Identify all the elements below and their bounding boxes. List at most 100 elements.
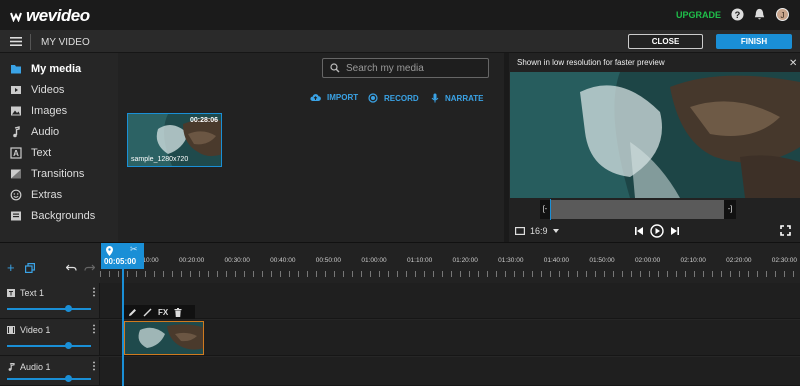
logo-text: wevideo: [26, 6, 90, 25]
media-duration: 00:28:06: [189, 117, 218, 124]
search-input[interactable]: Search my media: [322, 58, 489, 78]
split-icon[interactable]: [143, 308, 152, 317]
close-button[interactable]: CLOSE: [628, 34, 703, 49]
fullscreen-icon[interactable]: [780, 225, 791, 236]
more-vertical-icon[interactable]: ⋮: [89, 287, 99, 298]
ruler-tick-label: 01:50:00: [589, 257, 615, 264]
trim-out-handle[interactable]: -]: [724, 200, 736, 219]
project-title[interactable]: MY VIDEO: [41, 37, 90, 48]
clip-thumbnail: [125, 322, 203, 354]
sidebar-item-label: Backgrounds: [31, 210, 96, 222]
more-vertical-icon[interactable]: ⋮: [89, 361, 99, 372]
ruler-ticks: [100, 271, 800, 277]
track-lane-video[interactable]: [100, 320, 800, 356]
track-header-video[interactable]: Video 1 ⋮: [0, 320, 100, 356]
hamburger-menu-icon[interactable]: [10, 37, 22, 46]
close-icon[interactable]: ✕: [789, 58, 797, 69]
play-icon[interactable]: [650, 224, 664, 238]
ruler-tick-label: 01:10:00: [406, 257, 433, 264]
finish-button[interactable]: FINISH: [716, 34, 792, 49]
search-icon: [330, 63, 340, 73]
track-name: Audio 1: [20, 362, 51, 372]
scissors-icon[interactable]: ✂: [130, 244, 138, 255]
video-icon: [11, 86, 21, 94]
upgrade-link[interactable]: UPGRADE: [676, 10, 721, 20]
ruler-tick-label: 02:00:00: [634, 257, 661, 264]
timeline-ruler[interactable]: 00:10:00 00:20:00 00:30:00 00:40:00 00:50:00…: [100, 243, 800, 283]
track-header-text[interactable]: Text 1 ⋮: [0, 283, 100, 319]
volume-knob[interactable]: [65, 305, 72, 312]
more-vertical-icon[interactable]: ⋮: [89, 324, 99, 335]
sidebar-item-extras[interactable]: Extras: [10, 185, 115, 205]
sidebar-item-videos[interactable]: Videos: [10, 80, 115, 100]
svg-text:A: A: [13, 149, 19, 158]
timeline-toolbar: +: [0, 243, 100, 283]
ruler-tick-label: 01:40:00: [543, 257, 570, 264]
ruler-tick-label: 02:30:00: [771, 257, 798, 264]
aspect-ratio-select[interactable]: 16:9: [515, 226, 559, 236]
preview-scrubber[interactable]: [540, 200, 736, 219]
track-header-audio[interactable]: Audio 1 ⋮: [0, 357, 100, 386]
sidebar-item-transitions[interactable]: Transitions: [10, 164, 115, 184]
logo-icon: [10, 12, 22, 22]
svg-text:?: ?: [735, 10, 741, 20]
sidebar-item-text[interactable]: A Text: [10, 143, 115, 163]
track-lane-text[interactable]: [100, 283, 800, 319]
edit-pencil-icon[interactable]: [128, 308, 137, 317]
sidebar-item-my-media[interactable]: My media: [10, 59, 115, 79]
chevron-down-icon: [552, 229, 559, 233]
duplicate-icon[interactable]: [25, 263, 35, 273]
ruler-tick-label: 00:40:00: [270, 257, 296, 264]
track-lane-audio[interactable]: [100, 357, 800, 386]
logo[interactable]: wevideo: [10, 6, 90, 26]
ruler-tick-label: 02:20:00: [726, 257, 752, 264]
volume-knob[interactable]: [65, 342, 72, 349]
record-label: RECORD: [384, 93, 419, 103]
audio-track-icon: [8, 363, 15, 371]
track-name: Text 1: [20, 288, 45, 298]
microphone-icon: [431, 93, 439, 103]
volume-slider[interactable]: [7, 345, 91, 347]
sidebar-item-images[interactable]: Images: [10, 101, 115, 121]
divider: [30, 34, 31, 50]
sidebar-item-audio[interactable]: Audio: [10, 122, 115, 142]
text-icon: A: [10, 147, 22, 159]
import-button[interactable]: IMPORT: [310, 93, 358, 102]
avatar[interactable]: J: [776, 8, 789, 21]
trash-icon[interactable]: [174, 307, 182, 317]
narrate-button[interactable]: NARRATE: [431, 93, 484, 103]
ruler-tick-label: 00:50:00: [315, 257, 342, 264]
skip-forward-icon[interactable]: [670, 226, 680, 236]
fx-button[interactable]: FX: [158, 308, 168, 317]
record-button[interactable]: RECORD: [368, 93, 419, 103]
preview-frame: [510, 72, 800, 198]
volume-knob[interactable]: [65, 375, 72, 382]
volume-slider[interactable]: [7, 308, 91, 310]
playback-controls: [634, 224, 680, 238]
media-item[interactable]: 00:28:06 sample_1280x720: [127, 113, 222, 167]
sidebar-item-backgrounds[interactable]: Backgrounds: [10, 206, 115, 226]
preview-banner: Shown in low resolution for faster previ…: [517, 58, 665, 67]
undo-icon[interactable]: [66, 264, 77, 272]
preview-playhead[interactable]: [550, 199, 551, 220]
add-track-icon[interactable]: +: [7, 260, 15, 275]
skip-back-icon[interactable]: [634, 226, 644, 236]
redo-icon[interactable]: [84, 264, 95, 272]
aspect-ratio-value: 16:9: [530, 226, 548, 236]
ruler-tick-label: 00:30:00: [224, 257, 250, 264]
ruler-tick-label: 01:20:00: [452, 257, 478, 264]
text-track-icon: [7, 289, 15, 297]
volume-slider[interactable]: [7, 378, 91, 380]
sidebar-item-label: Extras: [31, 189, 63, 201]
preview-video[interactable]: [510, 72, 800, 198]
trim-in-handle[interactable]: [-: [540, 200, 550, 219]
playhead-time: 00:05:00: [104, 257, 137, 266]
timeline-video-clip[interactable]: [124, 321, 204, 355]
help-icon[interactable]: ?: [731, 8, 744, 21]
sidebar-item-label: Images: [31, 105, 68, 117]
location-pin-icon: [106, 246, 113, 256]
sidebar-item-label: Transitions: [31, 168, 85, 180]
smiley-icon: [10, 189, 22, 201]
playhead-line: [122, 269, 124, 386]
bell-icon[interactable]: [753, 8, 766, 21]
